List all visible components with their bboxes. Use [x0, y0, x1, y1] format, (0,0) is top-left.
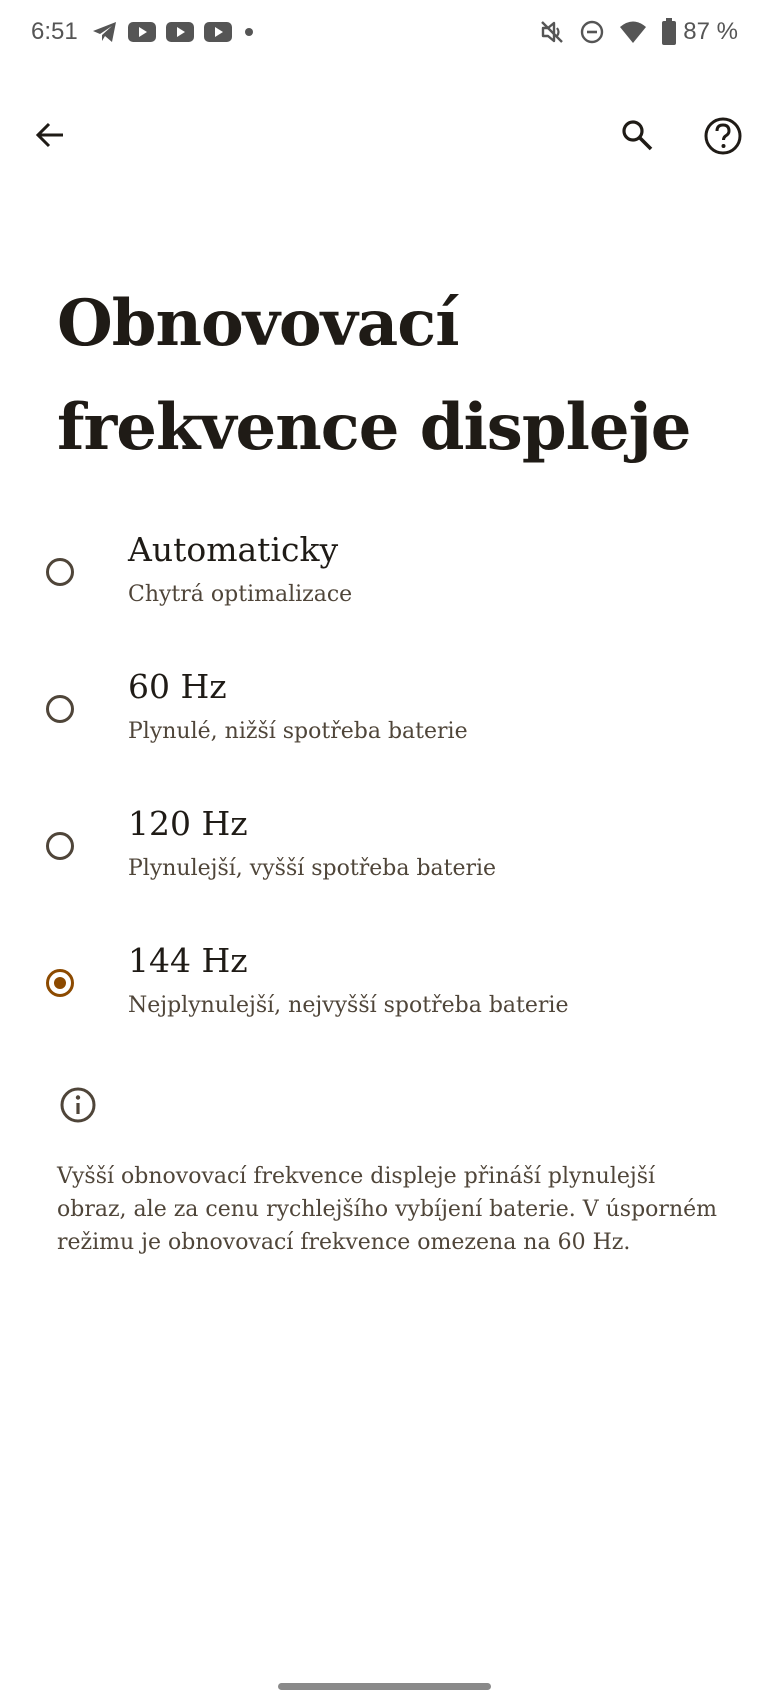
radio-button[interactable] [46, 695, 74, 723]
info-icon [58, 1085, 98, 1125]
back-arrow-icon [35, 122, 63, 148]
back-button[interactable] [30, 115, 70, 155]
option-subtitle: Plynulejší, vyšší spotřeba baterie [128, 856, 497, 881]
help-icon [704, 117, 742, 155]
search-icon [622, 120, 653, 151]
option-title: 144 Hz [128, 941, 248, 980]
option-subtitle: Plynulé, nižší spotřeba baterie [128, 719, 468, 744]
status-left: 6:51 [31, 18, 256, 46]
mute-icon [539, 19, 565, 45]
youtube-icon [165, 21, 194, 43]
status-right: 87 % [539, 18, 738, 46]
battery-percentage: 87 % [683, 18, 738, 45]
telegram-icon [92, 20, 118, 44]
refresh-rate-options: Automaticky Chytrá optimalizace 60 Hz Pl… [0, 528, 768, 1076]
gesture-navigation-bar[interactable] [278, 1683, 491, 1690]
radio-button[interactable] [46, 558, 74, 586]
option-120hz[interactable]: 120 Hz Plynulejší, vyšší spotřeba bateri… [0, 802, 768, 939]
option-automatic[interactable]: Automaticky Chytrá optimalizace [0, 528, 768, 665]
status-bar: 6:51 87 % [0, 0, 768, 68]
option-subtitle: Chytrá optimalizace [128, 582, 353, 607]
app-bar [0, 105, 768, 161]
dnd-icon [579, 19, 605, 45]
radio-button[interactable] [46, 832, 74, 860]
option-60hz[interactable]: 60 Hz Plynulé, nižší spotřeba baterie [0, 665, 768, 802]
info-text: Vyšší obnovovací frekvence displeje přin… [57, 1164, 717, 1255]
wifi-icon [619, 20, 647, 44]
radio-button-selected[interactable] [46, 969, 74, 997]
youtube-icon [127, 21, 156, 43]
option-144hz[interactable]: 144 Hz Nejplynulejší, nejvyšší spotřeba … [0, 939, 768, 1076]
battery-icon [661, 18, 677, 46]
option-title: 120 Hz [128, 804, 248, 843]
status-time: 6:51 [31, 18, 78, 45]
youtube-icon [203, 21, 232, 43]
option-title: Automaticky [128, 530, 339, 569]
option-subtitle: Nejplynulejší, nejvyšší spotřeba baterie [128, 993, 569, 1018]
option-title: 60 Hz [128, 667, 227, 706]
help-button[interactable] [702, 115, 744, 157]
page-title: Obnovovací frekvence displeje [57, 286, 691, 465]
dot-icon [242, 25, 256, 39]
search-button[interactable] [617, 115, 657, 155]
